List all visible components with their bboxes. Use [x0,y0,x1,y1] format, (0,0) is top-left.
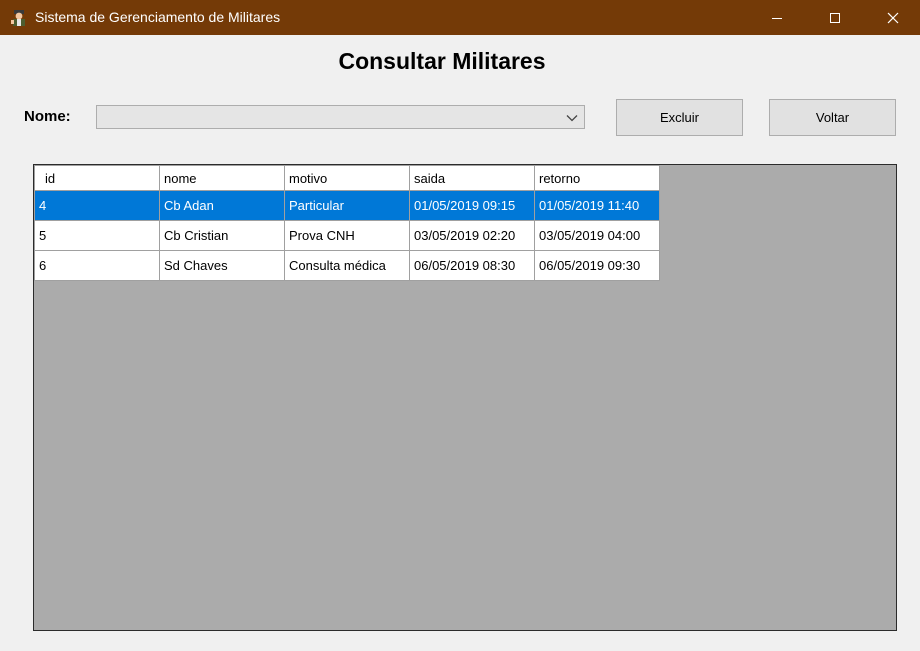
cell-motivo[interactable]: Prova CNH [284,220,410,251]
nome-label: Nome: [24,108,71,125]
cell-retorno[interactable]: 03/05/2019 04:00 [534,220,660,251]
grid-header-row: id nome motivo saida retorno [34,165,660,191]
maximize-button[interactable] [812,0,858,35]
cell-id[interactable]: 5 [34,220,160,251]
column-header-motivo[interactable]: motivo [284,165,410,191]
cell-nome[interactable]: Cb Cristian [159,220,285,251]
window-title: Sistema de Gerenciamento de Militares [35,9,281,25]
minimize-button[interactable] [754,0,800,35]
close-button[interactable] [870,0,916,35]
column-header-id[interactable]: id [34,165,160,191]
page-title: Consultar Militares [338,48,546,74]
chevron-down-icon [566,115,578,122]
cell-saida[interactable]: 03/05/2019 02:20 [409,220,535,251]
maximize-icon [830,12,840,23]
voltar-button[interactable]: Voltar [769,99,896,136]
cell-retorno[interactable]: 01/05/2019 11:40 [534,190,660,221]
cell-id[interactable]: 6 [34,250,160,281]
title-bar[interactable]: Sistema de Gerenciamento de Militares [0,0,920,35]
cell-motivo[interactable]: Consulta médica [284,250,410,281]
soldier-app-icon [10,9,28,27]
nome-combobox[interactable] [96,105,585,129]
cell-saida[interactable]: 01/05/2019 09:15 [409,190,535,221]
cell-motivo[interactable]: Particular [284,190,410,221]
cell-nome[interactable]: Sd Chaves [159,250,285,281]
column-header-retorno[interactable]: retorno [534,165,660,191]
table-row[interactable]: 4 Cb Adan Particular 01/05/2019 09:15 01… [34,190,660,221]
column-header-nome[interactable]: nome [159,165,285,191]
militares-datagrid[interactable]: id nome motivo saida retorno 4 Cb Adan P… [33,164,897,631]
close-icon [887,12,899,23]
minimize-icon [772,17,782,19]
militares-table: id nome motivo saida retorno 4 Cb Adan P… [34,165,660,281]
excluir-button[interactable]: Excluir [616,99,743,136]
cell-nome[interactable]: Cb Adan [159,190,285,221]
table-row[interactable]: 5 Cb Cristian Prova CNH 03/05/2019 02:20… [34,220,660,251]
cell-saida[interactable]: 06/05/2019 08:30 [409,250,535,281]
cell-retorno[interactable]: 06/05/2019 09:30 [534,250,660,281]
table-row[interactable]: 6 Sd Chaves Consulta médica 06/05/2019 0… [34,250,660,281]
column-header-saida[interactable]: saida [409,165,535,191]
cell-id[interactable]: 4 [34,190,160,221]
